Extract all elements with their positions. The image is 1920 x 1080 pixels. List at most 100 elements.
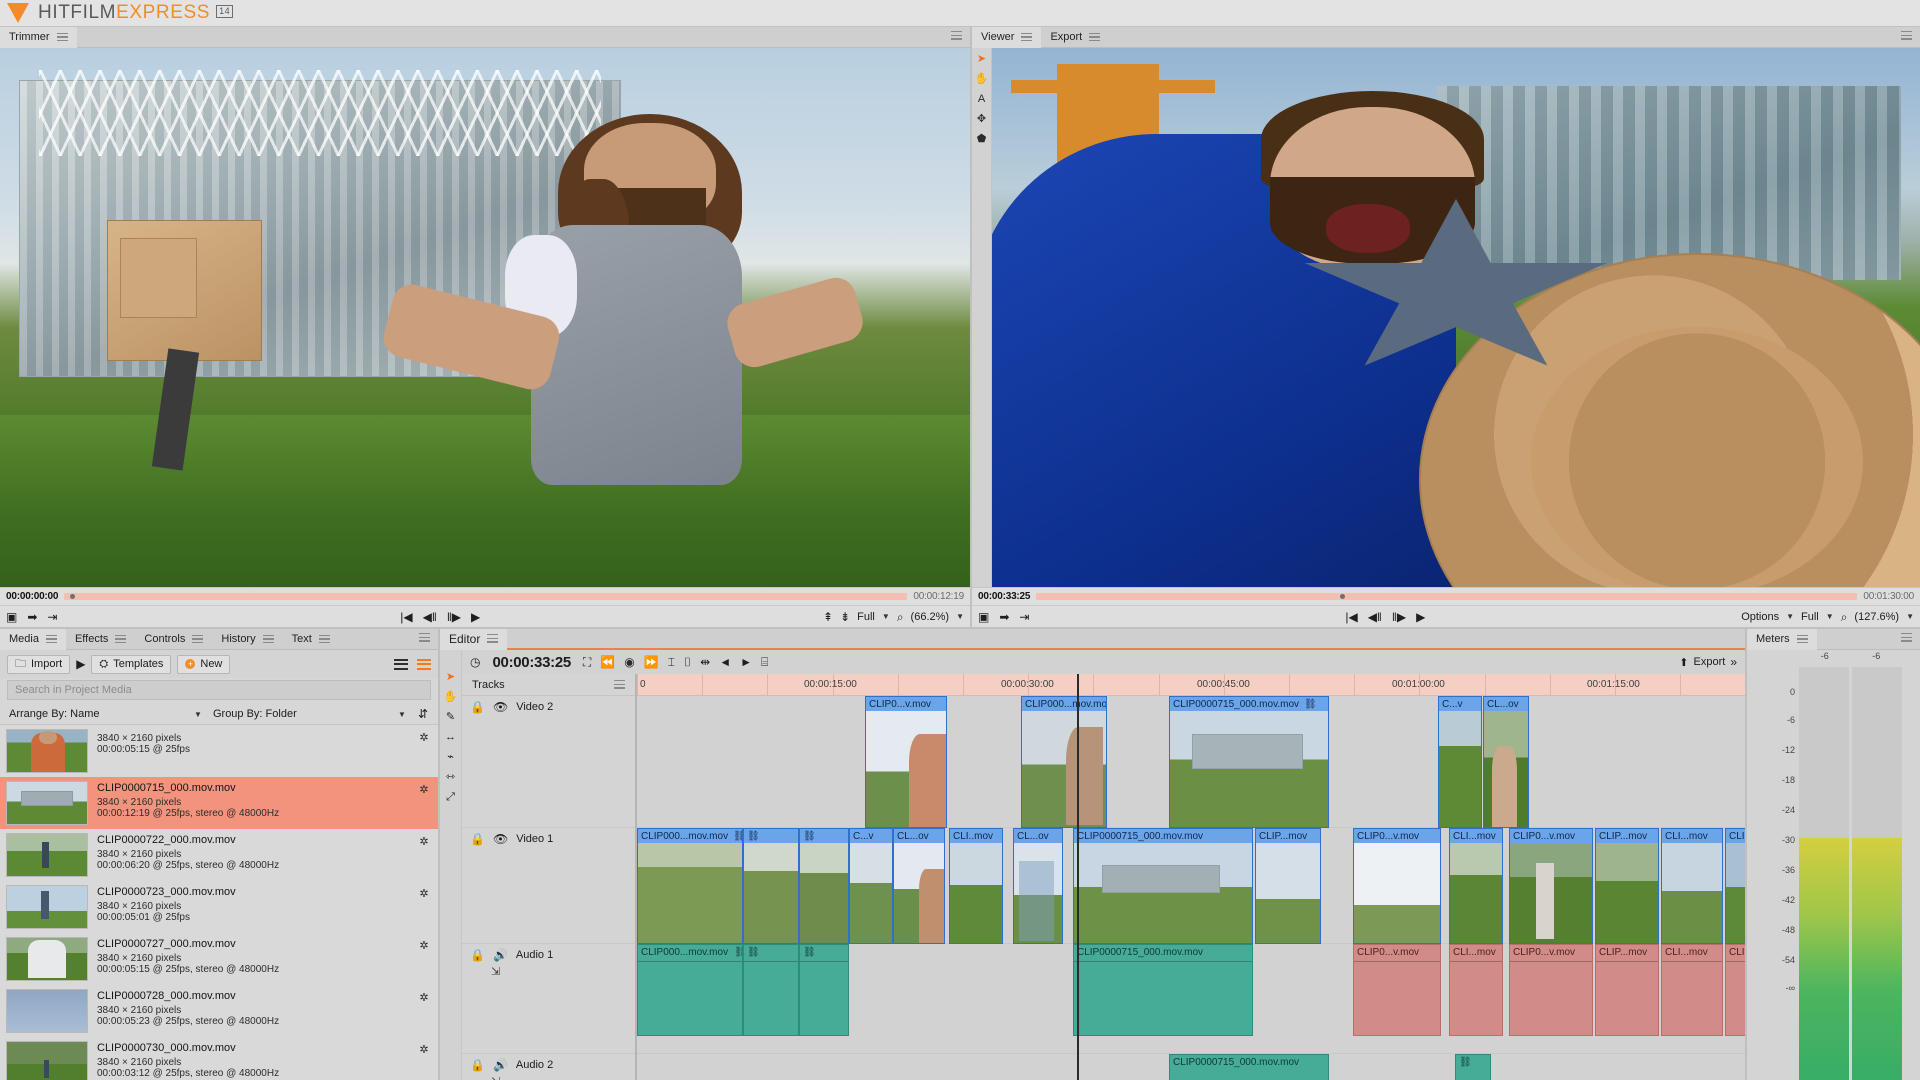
timeline-scroll-area[interactable]: 0 00:00:15:00 00:00:30:00 00:00:45:00 00… [637,674,1745,1080]
hand-tool-icon[interactable]: ✋ [975,74,989,85]
group-by-dropdown[interactable]: Group By: Folder ▼ [208,708,412,720]
timeline-track-audio1[interactable]: CLIP000...mov.mov ⛓ ⛓ ⛓ CLIP0000715_000.… [637,944,1745,1054]
timeline-audio-clip[interactable]: ⛓ [799,944,849,1036]
viewer-zoom-label[interactable]: (127.6%) [1854,611,1899,623]
insert-icon[interactable]: ⇥ [47,611,57,623]
track-header-video1[interactable]: 🔒 👁 Video 1 [462,828,635,944]
trimmer-scrubber-row[interactable]: 00:00:00:00 00:00:12:19 [0,587,970,605]
timeline-track-video2[interactable]: CLIP0...v.mov CLIP000...mov.mov CLIP0000… [637,696,1745,828]
timeline-audio-clip[interactable]: CLIP0000715_000.mov.mov [1073,944,1253,1036]
track-header-audio1[interactable]: 🔒 🔊 Audio 1 ⇲ [462,944,635,1054]
viewer-panel-options[interactable] [1901,31,1920,43]
timeline-clip[interactable]: CLI..mov [949,828,1003,944]
import-dropdown-icon[interactable]: ▶ [76,658,85,670]
history-menu-icon[interactable] [262,634,274,644]
tab-editor[interactable]: Editor [440,629,508,650]
hamburger-icon[interactable] [1901,633,1912,642]
lock-icon[interactable]: 🔒 [470,1059,485,1071]
eye-icon[interactable]: 👁 [493,701,508,713]
rate-stretch-tool-icon[interactable]: ⤢ [446,792,455,803]
effects-menu-icon[interactable] [115,634,127,644]
timeline-clip[interactable]: ⛓ [743,828,799,944]
hamburger-icon[interactable] [951,31,962,40]
tab-export[interactable]: Export [1041,27,1109,48]
slide-tool-icon[interactable]: ↔ [445,732,456,743]
tab-meters[interactable]: Meters [1747,628,1817,650]
controls-menu-icon[interactable] [192,634,204,644]
timeline-audio-clip[interactable]: CLI...mov [1661,944,1723,1036]
media-item-list[interactable]: 3840 × 2160 pixels 00:00:05:15 @ 25fps ✲… [0,724,438,1080]
ripple-tool-icon[interactable]: ⇿ [446,772,455,783]
play-icon[interactable]: ▶ [471,611,480,623]
insert-icon[interactable]: ⇥ [1019,611,1029,623]
quality-chevron-down-icon[interactable]: ▼ [1826,612,1834,621]
timeline-clip[interactable]: CLIP0...v.mov [1509,828,1593,944]
media-search-input[interactable]: Search in Project Media [7,680,431,700]
trimmer-panel-options[interactable] [951,31,970,43]
timeline-audio-clip[interactable]: ⛓ [1455,1054,1491,1080]
zoom-chevron-down-icon[interactable]: ▼ [956,612,964,621]
tab-trimmer[interactable]: Trimmer [0,26,77,48]
razor-tool-icon[interactable]: ⌁ [447,752,454,763]
lock-icon[interactable]: 🔒 [470,701,485,713]
new-button[interactable]: + New [177,654,231,674]
trimmer-quality-label[interactable]: Full [857,611,875,623]
viewer-quality-label[interactable]: Full [1801,611,1819,623]
trimmer-scrub-track[interactable] [64,593,908,600]
tab-history[interactable]: History [212,629,282,650]
tab-viewer[interactable]: Viewer [972,26,1042,48]
media-menu-icon[interactable] [45,634,57,644]
ripple-edit-icon[interactable]: ⇹ [700,656,710,668]
audio2-mixer-icon[interactable]: ⇲ [470,1075,627,1080]
mark-out-icon[interactable]: ⌷ [684,656,691,668]
list-view-icon[interactable] [394,658,408,670]
tab-effects[interactable]: Effects [66,629,135,650]
timeline-audio-clip[interactable]: CLIP000...mov.mov ⛓ [637,944,743,1036]
timeline-audio-clip[interactable]: CLIP...mov [1595,944,1659,1036]
timeline-clip[interactable]: C...v [849,828,893,944]
arrange-by-dropdown[interactable]: Arrange By: Name ▼ [4,708,208,720]
timeline-audio-clip[interactable]: CLIP. [1725,944,1745,1036]
gear-icon[interactable]: ✲ [416,937,432,952]
timeline-playhead[interactable] [1077,674,1079,1080]
list-item[interactable]: CLIP0000728_000.mov.mov 3840 × 2160 pixe… [0,985,438,1037]
keyframe-graph-icon[interactable]: ⇞ [823,611,833,623]
timeline-clip[interactable]: C...v [1438,696,1482,828]
audio1-mixer-icon[interactable]: ⇲ [470,965,627,978]
list-item[interactable]: CLIP0000715_000.mov.mov 3840 × 2160 pixe… [0,777,438,829]
hamburger-icon[interactable] [1901,31,1912,40]
timeline-track-video1[interactable]: CLIP000...mov.mov ⛓ ⛓ ⛓ [637,828,1745,944]
snapshot-icon[interactable]: ⇟ [840,611,850,623]
go-to-start-icon[interactable]: |◀ [1345,611,1357,623]
speaker-icon[interactable]: 🔊 [493,949,508,961]
quality-chevron-down-icon[interactable]: ▼ [882,612,890,621]
track-header-video2[interactable]: 🔒 👁 Video 2 [462,696,635,828]
snapshot-icon[interactable]: ⛶ [583,656,591,668]
hamburger-icon[interactable] [419,633,430,642]
viewer-scrub-track[interactable] [1036,593,1858,600]
set-in-point-icon[interactable]: ▣ [978,611,989,623]
timeline-audio-clip[interactable]: ⛓ [743,944,799,1036]
step-back-icon[interactable]: ◀‖ [423,611,437,623]
set-in-point-icon[interactable]: ▣ [6,611,17,623]
speaker-icon[interactable]: 🔊 [493,1059,508,1071]
gear-icon[interactable]: ✲ [416,1041,432,1056]
expand-panel-icon[interactable]: » [1730,656,1737,668]
trim-left-icon[interactable]: ◄ [719,656,731,668]
timeline-audio-clip[interactable]: CLI...mov [1449,944,1503,1036]
lock-icon[interactable]: 🔒 [470,949,485,961]
ripple-out-icon[interactable]: ➡ [27,611,37,623]
add-marker-icon[interactable]: ◉ [624,656,634,668]
move-tool-icon[interactable]: ✥ [977,114,986,125]
timeline-clip[interactable]: CLIP0...v.mov [865,696,947,828]
meters-menu-icon[interactable] [1796,634,1808,644]
detail-view-icon[interactable] [417,658,431,670]
trimmer-zoom-label[interactable]: (66.2%) [911,611,950,623]
timeline-clip[interactable]: CLIP0000715_000.mov.mov ⛓ [1169,696,1329,828]
trim-right-icon[interactable]: ► [740,656,752,668]
ripple-out-icon[interactable]: ➡ [999,611,1009,623]
text-tool-icon[interactable]: A [978,94,985,105]
gear-icon[interactable]: ✲ [416,885,432,900]
list-item[interactable]: CLIP0000727_000.mov.mov 3840 × 2160 pixe… [0,933,438,985]
sort-order-icon[interactable]: ⇵ [412,708,434,720]
